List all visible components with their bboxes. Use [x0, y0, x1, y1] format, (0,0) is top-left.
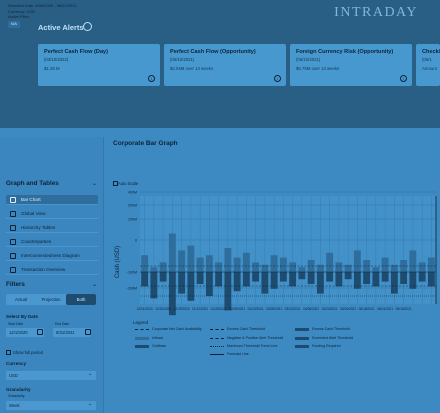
- y-tick-label: 400M: [128, 191, 137, 195]
- outflow-bar: [224, 272, 232, 311]
- outflow-bar: [326, 272, 334, 282]
- legend-item: Inflows: [135, 336, 163, 340]
- outflow-bar: [242, 272, 250, 287]
- inflow-bar: [279, 257, 287, 272]
- x-tick-label: 02/23/2021: [248, 307, 264, 311]
- outflow-bar: [141, 272, 149, 287]
- inflow-bar: [159, 262, 167, 272]
- legend-item: Funding Required: [295, 344, 341, 348]
- x-tick-label: 03/23/2021: [285, 307, 301, 311]
- legend-item: Excess Cash Threshold: [210, 327, 265, 331]
- inflow-bar: [270, 255, 278, 272]
- x-tick-label: 12/15/2020: [155, 307, 171, 311]
- legend-item: Negative & Positive Alert Threshold: [210, 336, 283, 340]
- outflow-bar: [344, 272, 352, 280]
- inflow-bar: [298, 267, 306, 272]
- outflow-bar: [205, 272, 213, 296]
- inflow-bar: [409, 250, 417, 272]
- x-tick-label: 05/04/2021: [340, 307, 356, 311]
- y-tick-label: -200M: [127, 287, 137, 291]
- inflow-bar: [150, 267, 158, 272]
- inflow-bar: [326, 252, 334, 272]
- outflow-bar: [353, 272, 361, 289]
- outflow-bar: [335, 272, 343, 287]
- inflow-bar: [205, 255, 213, 272]
- outflow-bar: [316, 272, 324, 294]
- y-tick-label: 100M: [128, 218, 137, 222]
- outflow-bar: [159, 272, 167, 282]
- outflow-bar: [409, 272, 417, 289]
- legend-item: Excess Cash Threshold: [295, 327, 350, 331]
- x-tick-label: 06/15/2021: [396, 307, 412, 311]
- outflow-bar: [381, 272, 389, 282]
- x-tick-label: 03/09/2021: [266, 307, 282, 311]
- y-tick-label: -100M: [127, 271, 137, 275]
- legend-item: Maximum Threshold Trend Line: [210, 344, 277, 348]
- x-tick-label: 12/01/2020: [137, 307, 153, 311]
- outflow-bar: [261, 272, 269, 294]
- y-tick-label: 0: [135, 239, 137, 243]
- outflow-bar: [187, 272, 195, 301]
- outflow-bar: [418, 272, 426, 282]
- legend-item: Exceeded Alert Threshold: [295, 336, 353, 340]
- x-tick-label: 12/29/2020: [174, 307, 190, 311]
- outflow-bar: [363, 272, 371, 284]
- outflow-bar: [252, 272, 260, 282]
- x-tick-label: 04/06/2021: [303, 307, 319, 311]
- x-tick-label: 05/18/2021: [359, 307, 375, 311]
- outflow-bar: [307, 272, 315, 284]
- inflow-bar: [418, 262, 426, 272]
- outflow-bar: [279, 272, 287, 282]
- inflow-bar: [353, 250, 361, 272]
- inflow-bar: [215, 262, 223, 272]
- inflow-bar: [427, 257, 435, 272]
- outflow-bar: [233, 272, 241, 292]
- inflow-bar: [178, 250, 186, 272]
- outflow-bar: [427, 272, 435, 287]
- legend-item: Corporate Net Cash Availability: [135, 327, 202, 331]
- y-tick-label: 200M: [128, 204, 137, 208]
- x-tick-label: 01/26/2021: [211, 307, 227, 311]
- inflow-bar: [224, 248, 232, 272]
- inflow-bar: [233, 257, 241, 272]
- x-tick-label: 01/12/2021: [192, 307, 208, 311]
- outflow-bar: [150, 272, 158, 299]
- outflow-bar: [270, 272, 278, 289]
- inflow-bar: [187, 245, 195, 272]
- x-tick-label: 02/09/2021: [229, 307, 245, 311]
- inflow-bar: [252, 262, 260, 272]
- inflow-bar: [141, 255, 149, 272]
- inflow-bar: [196, 257, 204, 272]
- outflow-bar: [372, 272, 380, 287]
- inflow-bar: [381, 257, 389, 272]
- legend-item: Forecast Line: [210, 352, 249, 356]
- outflow-bar: [390, 272, 398, 294]
- inflow-bar: [372, 267, 380, 272]
- outflow-bar: [400, 272, 408, 284]
- inflow-bar: [335, 262, 343, 272]
- outflow-bar: [178, 272, 186, 294]
- outflow-bar: [289, 272, 297, 287]
- inflow-bar: [289, 262, 297, 272]
- y-axis-label: Cash (USD): [115, 246, 121, 278]
- outflow-bar: [215, 272, 223, 287]
- outflow-bar: [196, 272, 204, 284]
- outflow-bar: [298, 272, 306, 280]
- legend-title: Legend: [133, 320, 149, 325]
- inflow-bar: [242, 252, 250, 272]
- x-tick-label: 06/01/2021: [377, 307, 393, 311]
- legend-item: Outflows: [135, 344, 166, 348]
- x-tick-label: 04/20/2021: [322, 307, 338, 311]
